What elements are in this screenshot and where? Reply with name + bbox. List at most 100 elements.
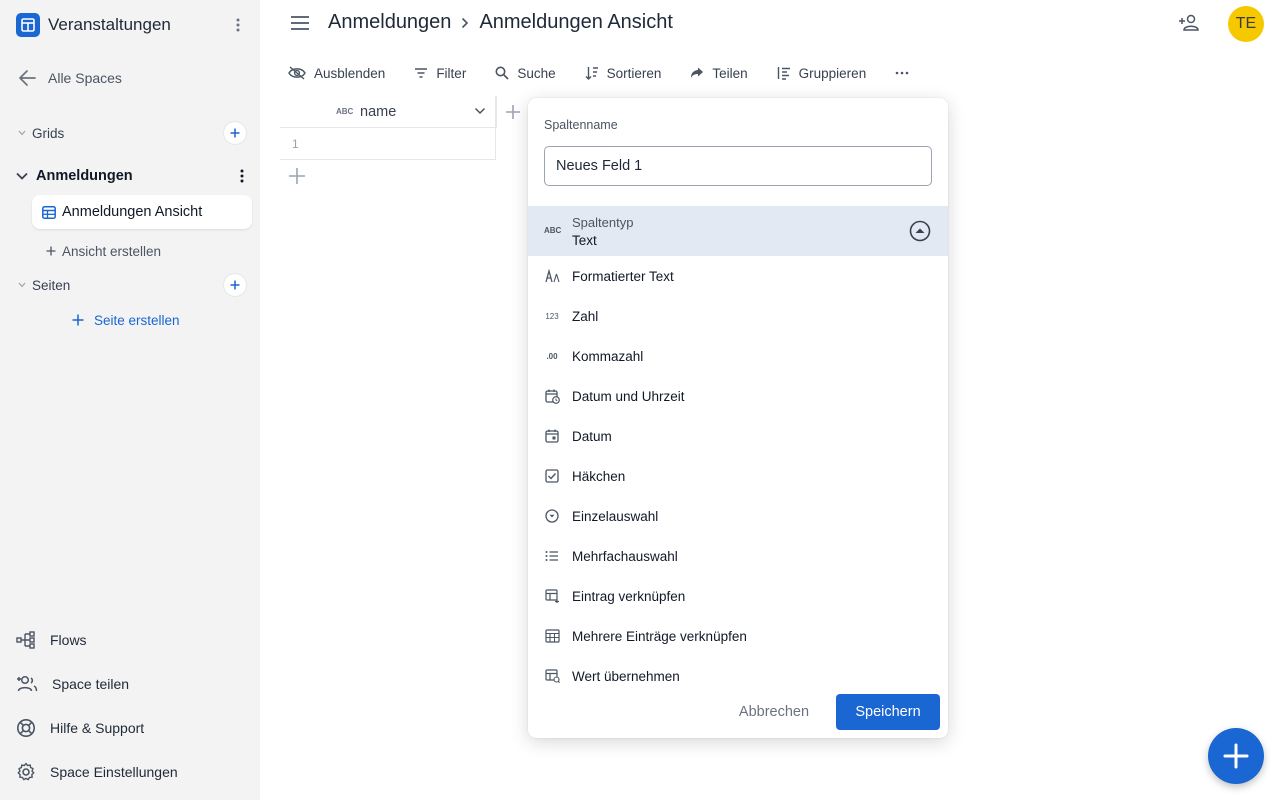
type-option-label: Kommazahl — [572, 348, 644, 364]
decimal-icon: .00 — [546, 351, 558, 361]
grids-label: Grids — [32, 125, 65, 141]
type-option-link-record[interactable]: Eintrag verknüpfen — [528, 576, 948, 616]
sort-icon — [585, 67, 598, 80]
add-page-button[interactable] — [224, 274, 246, 296]
share-space-icon — [17, 675, 38, 692]
cancel-button[interactable]: Abbrechen — [724, 694, 824, 730]
type-option-single-select[interactable]: Einzelauswahl — [528, 496, 948, 536]
sort-button[interactable]: Sortieren — [585, 65, 662, 81]
toolbar-label: Teilen — [712, 65, 748, 81]
plus-icon — [72, 314, 84, 326]
chevron-down-icon — [18, 130, 26, 136]
column-name-input[interactable] — [544, 146, 932, 186]
create-view-button[interactable]: Ansicht erstellen — [46, 241, 161, 261]
link-record-icon — [544, 588, 560, 604]
type-option-lookup[interactable]: Wert übernehmen — [528, 656, 948, 696]
sidebar-item-anmeldungen[interactable]: Anmeldungen — [16, 165, 248, 187]
type-option-label: Datum und Uhrzeit — [572, 388, 685, 404]
add-row-button[interactable] — [288, 167, 306, 190]
type-option-datetime[interactable]: Datum und Uhrzeit — [528, 376, 948, 416]
chevron-down-icon — [18, 282, 26, 288]
help-icon — [17, 719, 35, 737]
add-fab-button[interactable] — [1208, 728, 1264, 784]
sidebar-item-settings[interactable]: Space Einstellungen — [16, 760, 178, 784]
plus-icon — [46, 246, 56, 256]
column-type-select[interactable]: ABC Spaltentyp Text — [528, 206, 948, 256]
settings-icon — [17, 762, 35, 781]
text-type-icon: ABC — [336, 107, 354, 116]
column-name-label: Spaltenname — [544, 118, 618, 132]
lookup-icon — [544, 668, 560, 684]
type-option-number[interactable]: 123 Zahl — [528, 296, 948, 336]
plus-icon — [230, 128, 240, 138]
type-option-decimal[interactable]: .00 Kommazahl — [528, 336, 948, 376]
table-view-icon — [42, 205, 56, 219]
breadcrumb: Anmeldungen Anmeldungen Ansicht — [328, 11, 673, 34]
number-icon: 123 — [545, 311, 559, 321]
type-option-label: Mehrfachauswahl — [572, 548, 678, 564]
breadcrumb-grid[interactable]: Anmeldungen — [328, 11, 451, 34]
breadcrumb-view[interactable]: Anmeldungen Ansicht — [479, 11, 672, 34]
app-title: Veranstaltungen — [48, 15, 171, 34]
search-button[interactable]: Suche — [495, 65, 556, 81]
add-grid-button[interactable] — [224, 122, 246, 144]
table-row[interactable]: 1 — [280, 128, 496, 160]
type-option-label: Häkchen — [572, 468, 626, 484]
type-option-date[interactable]: Datum — [528, 416, 948, 456]
type-option-label: Datum — [572, 428, 612, 444]
plus-icon — [230, 280, 240, 290]
date-icon — [544, 428, 560, 444]
type-option-rich-text[interactable]: Formatierter Text — [528, 256, 948, 296]
toolbar-label: Ausblenden — [314, 65, 386, 81]
back-to-spaces[interactable]: Alle Spaces — [18, 67, 122, 89]
plus-icon — [1223, 743, 1249, 769]
create-page-button[interactable]: Seite erstellen — [72, 310, 180, 330]
sidebar-item-flows[interactable]: Flows — [16, 628, 87, 652]
chevron-down-icon[interactable] — [474, 107, 486, 115]
more-vertical-icon[interactable] — [228, 13, 248, 37]
column-header-name[interactable]: ABC name — [280, 96, 496, 128]
chevron-down-icon — [16, 172, 28, 180]
search-icon — [495, 66, 509, 80]
text-type-icon: ABC — [544, 226, 562, 235]
more-vertical-icon[interactable] — [236, 169, 248, 183]
row-number: 1 — [292, 137, 299, 151]
type-option-label: Mehrere Einträge verknüpfen — [572, 628, 747, 644]
add-person-icon[interactable] — [1178, 13, 1200, 38]
more-options-button[interactable] — [895, 71, 909, 75]
toolbar-label: Gruppieren — [798, 65, 867, 81]
filter-icon — [415, 68, 428, 78]
hide-fields-button[interactable]: Ausblenden — [288, 66, 385, 81]
datetime-icon — [544, 388, 560, 404]
type-option-link-records[interactable]: Mehrere Einträge verknüpfen — [528, 616, 948, 656]
footer-label: Space teilen — [52, 676, 130, 692]
sidebar-item-view[interactable]: Anmeldungen Ansicht — [32, 195, 252, 229]
pages-section[interactable]: Seiten — [18, 274, 246, 296]
share-button[interactable]: Teilen — [690, 65, 748, 81]
top-bar: Anmeldungen Anmeldungen Ansicht TE — [260, 0, 1280, 48]
grids-section[interactable]: Grids — [18, 122, 246, 144]
toolbar-label: Suche — [517, 65, 556, 81]
add-column-button[interactable] — [496, 96, 528, 128]
group-button[interactable]: Gruppieren — [777, 65, 867, 81]
chevron-up-circle-icon[interactable] — [909, 220, 931, 242]
plus-icon — [289, 168, 305, 184]
menu-icon[interactable] — [290, 14, 310, 37]
create-page-label: Seite erstellen — [94, 312, 180, 328]
rich-text-icon — [544, 268, 560, 284]
flows-icon — [16, 631, 35, 649]
filter-button[interactable]: Filter — [414, 66, 466, 81]
sidebar-item-share-space[interactable]: Space teilen — [16, 672, 129, 696]
avatar[interactable]: TE — [1228, 6, 1264, 42]
save-button[interactable]: Speichern — [836, 694, 940, 730]
footer-label: Hilfe & Support — [50, 720, 145, 736]
arrow-left-icon — [19, 70, 36, 86]
app-header: Veranstaltungen — [16, 13, 248, 37]
footer-label: Flows — [50, 632, 87, 648]
sidebar-item-help[interactable]: Hilfe & Support — [16, 716, 144, 740]
toolbar-label: Filter — [436, 65, 467, 81]
plus-icon — [505, 105, 520, 119]
type-option-multi-select[interactable]: Mehrfachauswahl — [528, 536, 948, 576]
toolbar-label: Sortieren — [606, 65, 662, 81]
type-option-checkbox[interactable]: Häkchen — [528, 456, 948, 496]
